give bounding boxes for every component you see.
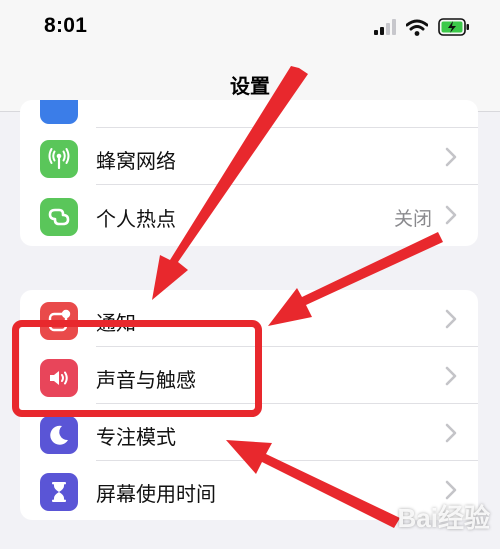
row-label: 屏幕使用时间: [96, 482, 216, 506]
status-time: 8:01: [44, 14, 88, 37]
row-label: 个人热点: [96, 207, 176, 231]
row-value: 关闭: [393, 208, 432, 230]
bluetooth-icon: [40, 100, 78, 124]
chevron-right-icon: [445, 423, 457, 443]
link-chain-icon: [40, 198, 78, 236]
sidebar-item-hotspot[interactable]: 个人热点 关闭: [20, 186, 478, 243]
settings-group-network: 蜂窝网络 个人热点 关闭: [20, 100, 478, 246]
battery-charging-icon: [438, 18, 469, 36]
moon-icon: [40, 416, 78, 454]
hourglass-icon: [40, 473, 78, 511]
list-item-partial[interactable]: [20, 100, 478, 128]
chevron-right-icon: [445, 366, 457, 386]
chevron-right-icon: [445, 147, 457, 167]
wifi-icon: [406, 19, 428, 36]
chevron-right-icon: [445, 309, 457, 329]
chevron-right-icon: [445, 205, 457, 225]
antenna-icon: [40, 140, 78, 178]
status-bar: 8:01: [0, 0, 500, 56]
watermark-logo: Bai经验: [397, 503, 490, 533]
page-title: 设置: [230, 74, 270, 98]
sidebar-item-cellular[interactable]: 蜂窝网络: [20, 128, 478, 185]
row-label: 专注模式: [96, 425, 176, 449]
cellular-signal-icon: [374, 19, 396, 35]
row-label: 蜂窝网络: [96, 149, 176, 173]
highlight-box: [12, 320, 262, 417]
status-icons: [374, 14, 470, 40]
